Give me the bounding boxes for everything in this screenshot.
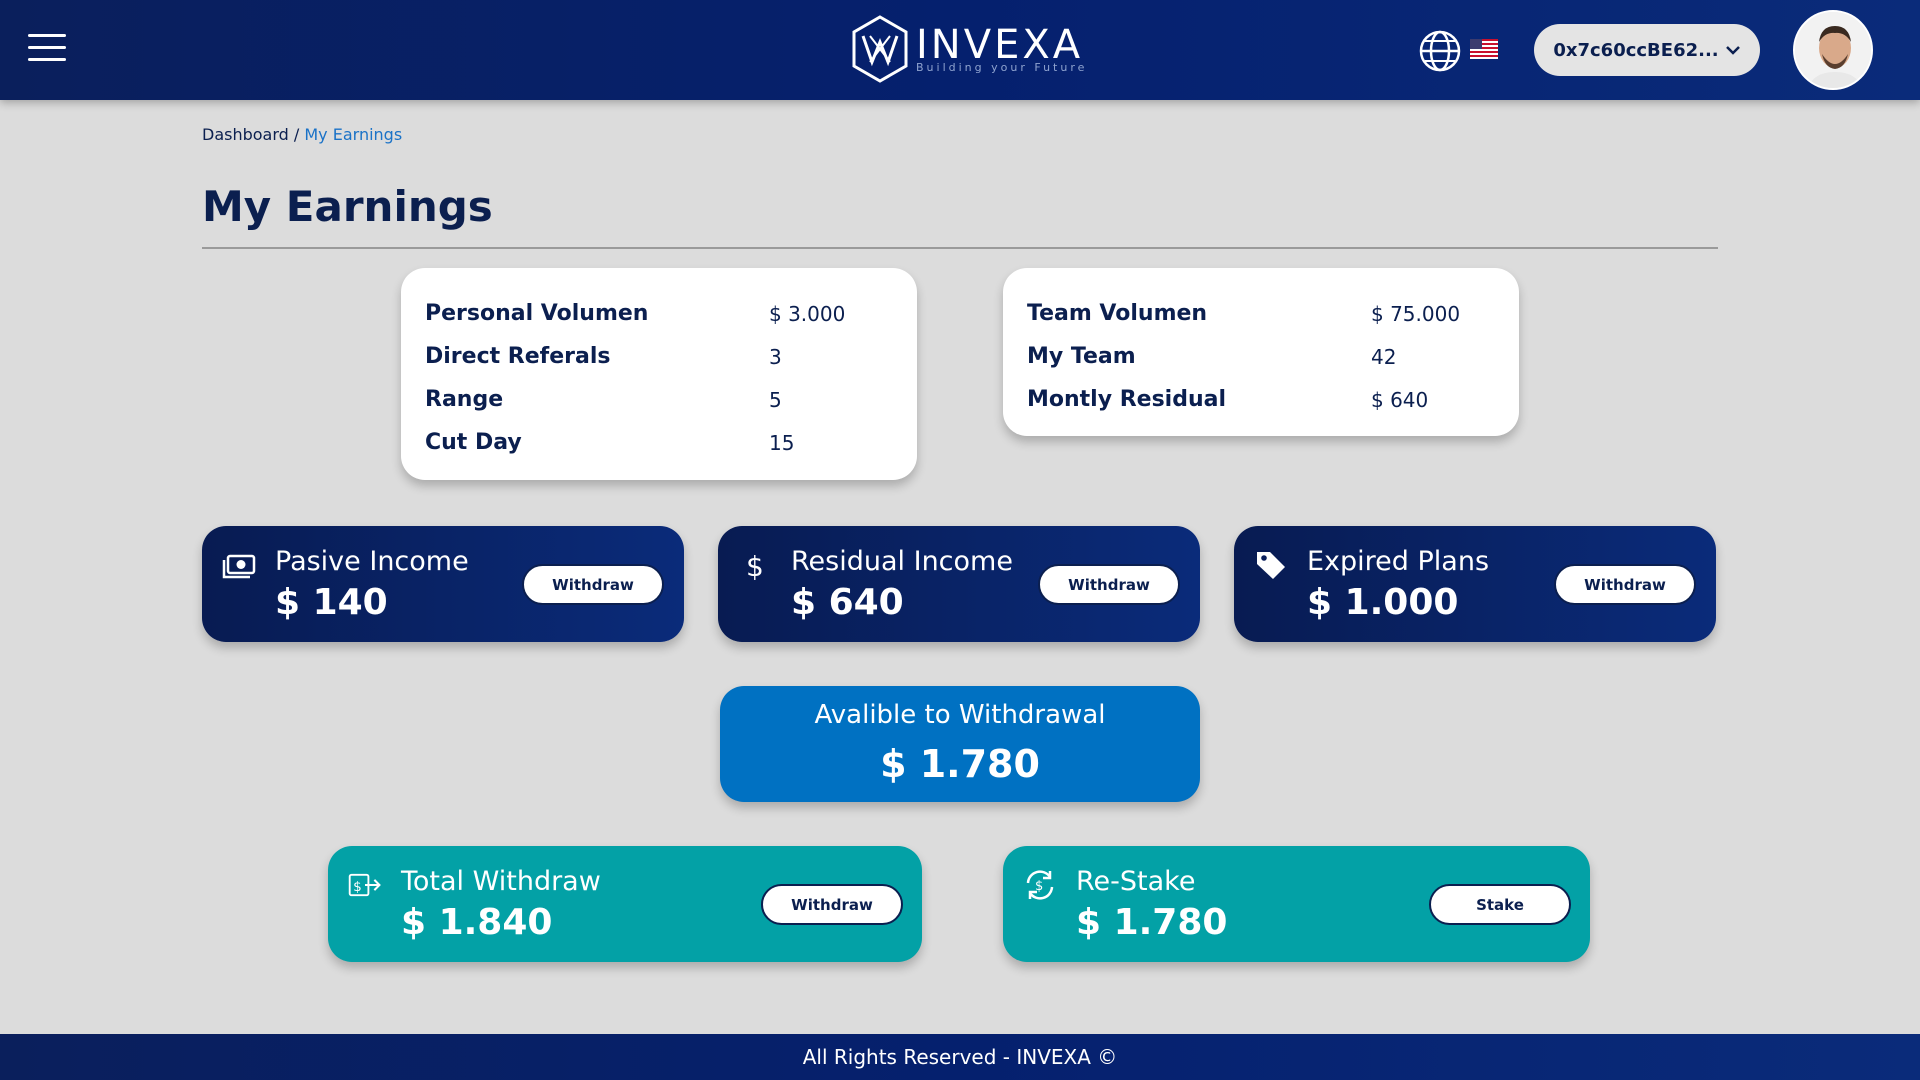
- card-amount: $ 1.780: [1076, 902, 1228, 943]
- team-stats-card: Team Volumen $ 75.000 My Team 42 Montly …: [1003, 268, 1519, 436]
- card-amount: $ 1.840: [401, 902, 553, 943]
- withdraw-button[interactable]: Withdraw: [761, 884, 903, 925]
- avatar[interactable]: [1793, 10, 1873, 90]
- total-withdraw-card: $ Total Withdraw $ 1.840 Withdraw: [328, 846, 922, 962]
- breadcrumb-separator: /: [288, 125, 305, 144]
- card-amount: $ 140: [275, 582, 388, 623]
- available-to-withdraw-card: Avalible to Withdrawal $ 1.780: [720, 686, 1200, 802]
- stat-label: Direct Referals: [425, 344, 611, 369]
- top-navbar: INVEXA Building your Future 0x7c60ccBE62…: [0, 0, 1920, 100]
- card-title: Re-Stake: [1076, 866, 1196, 897]
- stat-label: Cut Day: [425, 430, 522, 455]
- stat-label: My Team: [1027, 344, 1136, 369]
- dollar-icon: $: [746, 550, 764, 582]
- residual-income-card: $ Residual Income $ 640 Withdraw: [718, 526, 1200, 642]
- tag-icon: [1257, 552, 1285, 579]
- withdraw-button[interactable]: Withdraw: [1038, 564, 1180, 605]
- footer: All Rights Reserved - INVEXA ©: [0, 1034, 1920, 1080]
- breadcrumb-root[interactable]: Dashboard: [202, 125, 289, 144]
- money-transfer-icon: $: [348, 873, 381, 897]
- money-icon: [222, 554, 256, 579]
- expired-plans-card: Expired Plans $ 1.000 Withdraw: [1234, 526, 1716, 642]
- globe-icon[interactable]: [1418, 29, 1462, 73]
- stat-row: Team Volumen $ 75.000: [1027, 292, 1495, 335]
- stat-value: $ 3.000: [769, 301, 846, 326]
- re-stake-card: $ Re-Stake $ 1.780 Stake: [1003, 846, 1590, 962]
- breadcrumb-current[interactable]: My Earnings: [304, 125, 402, 144]
- stat-value: 15: [769, 430, 795, 455]
- personal-stats-card: Personal Volumen $ 3.000 Direct Referals…: [401, 268, 917, 480]
- wallet-address: 0x7c60ccBE62...: [1553, 39, 1719, 61]
- card-title: Residual Income: [791, 546, 1013, 577]
- stat-value: 3: [769, 344, 782, 369]
- stat-row: Cut Day 15: [425, 421, 893, 464]
- stat-label: Range: [425, 387, 504, 412]
- us-flag-icon[interactable]: [1470, 39, 1498, 59]
- stat-row: Montly Residual $ 640: [1027, 378, 1495, 421]
- stat-row: Personal Volumen $ 3.000: [425, 292, 893, 335]
- withdraw-button[interactable]: Withdraw: [1554, 564, 1696, 605]
- svg-text:$: $: [746, 550, 764, 582]
- stat-value: $ 75.000: [1371, 301, 1461, 326]
- card-title: Pasive Income: [275, 546, 469, 577]
- page-title: My Earnings: [202, 182, 493, 231]
- footer-text: All Rights Reserved - INVEXA ©: [802, 1045, 1118, 1069]
- svg-text:$: $: [1035, 879, 1043, 894]
- stat-label: Personal Volumen: [425, 301, 649, 326]
- card-amount: $ 640: [791, 582, 904, 623]
- logo-mark-icon: [852, 15, 908, 83]
- withdraw-button[interactable]: Withdraw: [522, 564, 664, 605]
- title-divider: [202, 247, 1718, 249]
- chevron-down-icon: [1725, 46, 1740, 55]
- stat-row: Direct Referals 3: [425, 335, 893, 378]
- brand-name: INVEXA: [916, 21, 1084, 68]
- stat-value: 5: [769, 387, 782, 412]
- card-title: Expired Plans: [1307, 546, 1490, 577]
- available-title: Avalible to Withdrawal: [814, 700, 1106, 730]
- svg-text:$: $: [353, 879, 362, 895]
- brand-logo[interactable]: INVEXA Building your Future: [850, 14, 1087, 84]
- brand-tagline: Building your Future: [916, 60, 1088, 74]
- breadcrumb: Dashboard / My Earnings: [202, 125, 402, 144]
- stat-value: 42: [1371, 344, 1397, 369]
- stat-row: Range 5: [425, 378, 893, 421]
- stat-label: Montly Residual: [1027, 387, 1227, 412]
- card-title: Total Withdraw: [401, 866, 601, 897]
- restake-cycle-icon: $: [1026, 870, 1054, 900]
- user-avatar-icon: [1795, 12, 1871, 88]
- hamburger-icon[interactable]: [28, 34, 66, 62]
- stat-label: Team Volumen: [1027, 301, 1208, 326]
- card-amount: $ 1.000: [1307, 582, 1459, 623]
- pasive-income-card: Pasive Income $ 140 Withdraw: [202, 526, 684, 642]
- stake-button[interactable]: Stake: [1429, 884, 1571, 925]
- stat-value: $ 640: [1371, 387, 1429, 412]
- stat-row: My Team 42: [1027, 335, 1495, 378]
- available-amount: $ 1.780: [880, 742, 1040, 786]
- wallet-address-dropdown[interactable]: 0x7c60ccBE62...: [1534, 24, 1760, 76]
